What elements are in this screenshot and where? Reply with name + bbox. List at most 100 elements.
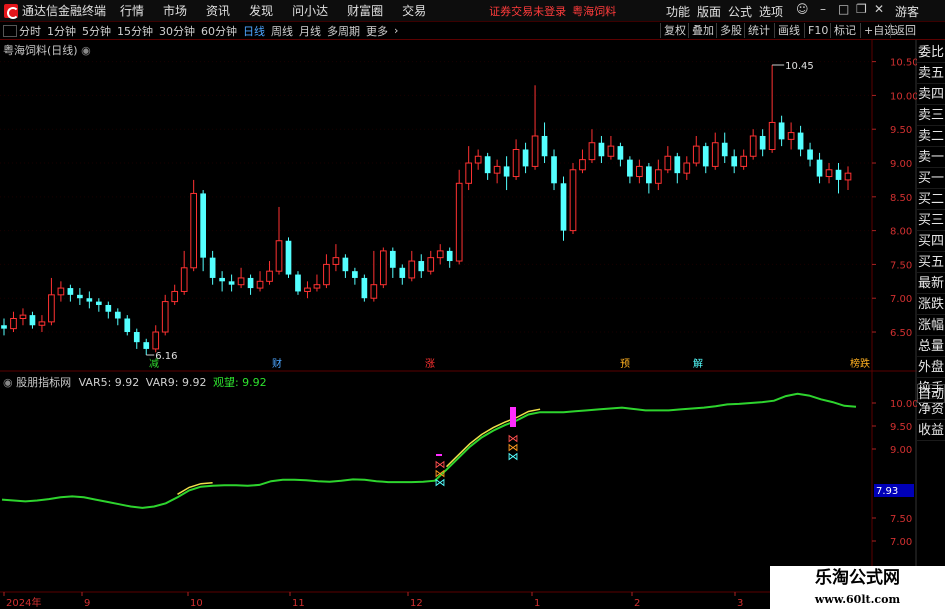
period-60min[interactable]: 60分钟 [201, 23, 237, 39]
candle-body [228, 281, 235, 285]
period-daily[interactable]: 日线 [243, 23, 265, 39]
price-tick-label: 9.50 [890, 125, 912, 136]
quote-field-6[interactable]: 买一 [917, 168, 945, 189]
trade-login-status[interactable]: 证券交易未登录 [489, 3, 566, 19]
button-overlay[interactable]: 叠加 [688, 23, 717, 38]
menu-wealth-circle[interactable]: 财富圈 [347, 2, 383, 19]
menu-formula[interactable]: 公式 [728, 3, 752, 20]
guest-user[interactable]: 游客 [895, 3, 919, 20]
candle-body [531, 135, 539, 167]
price-tick-label: 10.50 [890, 58, 917, 69]
menu-trade[interactable]: 交易 [402, 2, 426, 19]
quote-field-7[interactable]: 买二 [917, 189, 945, 210]
period-5min[interactable]: 5分钟 [82, 23, 111, 39]
candle-body [408, 260, 416, 279]
period-1min[interactable]: 1分钟 [47, 23, 76, 39]
candle-body [711, 142, 719, 167]
quote-field-13[interactable]: 涨幅 [917, 315, 945, 336]
menu-news[interactable]: 资讯 [206, 2, 230, 19]
button-drawing[interactable]: 画线 [774, 23, 803, 38]
quote-field-1[interactable]: 卖五 [917, 63, 945, 84]
xaxis-label: 2 [634, 598, 640, 609]
indicator-tick-label: 9.50 [890, 422, 912, 433]
candle-body [237, 277, 245, 286]
minimize-icon[interactable]: – [820, 2, 826, 16]
candle-body [379, 250, 387, 286]
period-intraday[interactable]: 分时 [19, 23, 41, 39]
xaxis-label: 1 [534, 598, 540, 609]
period-more[interactable]: 更多 [366, 23, 388, 39]
candle-body [636, 165, 643, 178]
quote-field-8[interactable]: 买三 [917, 210, 945, 231]
auto-button[interactable]: 自动 [917, 384, 945, 403]
candle-body [219, 277, 225, 282]
candle-body [29, 315, 36, 326]
candle-body [247, 277, 254, 289]
close-icon[interactable]: ✕ [874, 2, 884, 16]
restore-icon[interactable]: ❐ [856, 2, 867, 16]
button-f10[interactable]: F10 [804, 23, 831, 38]
quote-field-11[interactable]: 最新 [917, 273, 945, 294]
chevron-right-icon[interactable]: › [394, 24, 398, 37]
quote-field-0[interactable]: 委比 [917, 42, 945, 63]
quote-field-18[interactable]: 收益 [917, 420, 945, 441]
period-monthly[interactable]: 月线 [299, 23, 321, 39]
menu-functions[interactable]: 功能 [666, 3, 690, 20]
menu-discover[interactable]: 发现 [249, 2, 273, 19]
button-multi-stock[interactable]: 多股 [716, 23, 745, 38]
quote-panel-column: 委比 卖五 卖四 卖三 卖二 卖一 买一 买二 买三 买四 买五 最新 涨跌 涨幅 总量 外盘 换手 净资 收益 [917, 42, 945, 441]
candle-body [816, 159, 823, 177]
candle-body [731, 156, 738, 167]
button-statistics[interactable]: 统计 [744, 23, 773, 38]
candle-body [152, 331, 160, 350]
period-15min[interactable]: 15分钟 [117, 23, 153, 39]
candle-body [124, 318, 131, 333]
panel-toggle-icon[interactable] [3, 24, 17, 37]
chart-title: 粤海饲料(日线) ◉ [3, 42, 91, 58]
candle-body [683, 162, 691, 174]
butterfly-signal-icon: ⋈ [435, 476, 446, 489]
settings-circle-icon[interactable]: ◉ [81, 44, 91, 57]
app-title: 通达信金融终端 [22, 4, 107, 18]
button-mark[interactable]: 标记 [830, 23, 859, 38]
period-weekly[interactable]: 周线 [271, 23, 293, 39]
quote-field-10[interactable]: 买五 [917, 252, 945, 273]
candle-body [57, 287, 65, 296]
candle-body [474, 155, 482, 164]
xaxis-label: 11 [292, 598, 305, 609]
menu-bar: 通达信金融终端 行情 市场 资讯 发现 问小达 财富圈 交易 证券交易未登录 粤… [0, 0, 945, 22]
price-tick-label: 6.50 [890, 328, 912, 339]
candle-body [646, 166, 652, 184]
menu-market-quotes[interactable]: 行情 [120, 2, 144, 19]
candle-body [768, 121, 776, 150]
quote-field-15[interactable]: 外盘 [917, 357, 945, 378]
quote-field-2[interactable]: 卖四 [917, 84, 945, 105]
candle-body [627, 159, 633, 177]
account-icon[interactable]: ☺ [796, 2, 809, 16]
quote-field-12[interactable]: 涨跌 [917, 294, 945, 315]
event-marker: 解 [693, 357, 703, 370]
quote-field-14[interactable]: 总量 [917, 336, 945, 357]
menu-market[interactable]: 市场 [163, 2, 187, 19]
candle-body [105, 304, 112, 312]
menu-ask[interactable]: 问小达 [292, 2, 328, 19]
candle-body [209, 257, 216, 278]
event-marker: 涨 [425, 358, 435, 370]
kline-chart[interactable]: 10.50 10.00 9.50 9.00 8.50 8.00 7.50 7.00 6.50 10… [0, 40, 917, 609]
quote-field-5[interactable]: 卖一 [917, 147, 945, 168]
candle-body [740, 155, 748, 167]
period-multi[interactable]: 多周期 [327, 23, 360, 39]
maximize-icon[interactable]: □ [838, 2, 849, 16]
button-back[interactable]: 返回 [890, 23, 919, 38]
menu-layout[interactable]: 版面 [697, 3, 721, 20]
menu-options[interactable]: 选项 [759, 3, 783, 20]
candle-body [749, 135, 757, 157]
indicator-settings-icon[interactable]: ◉ [3, 376, 13, 389]
quote-field-4[interactable]: 卖二 [917, 126, 945, 147]
candle-body [256, 280, 264, 289]
period-30min[interactable]: 30分钟 [159, 23, 195, 39]
button-adjust-price[interactable]: 复权 [660, 23, 689, 38]
candle-body [67, 288, 74, 295]
quote-field-3[interactable]: 卖三 [917, 105, 945, 126]
quote-field-9[interactable]: 买四 [917, 231, 945, 252]
